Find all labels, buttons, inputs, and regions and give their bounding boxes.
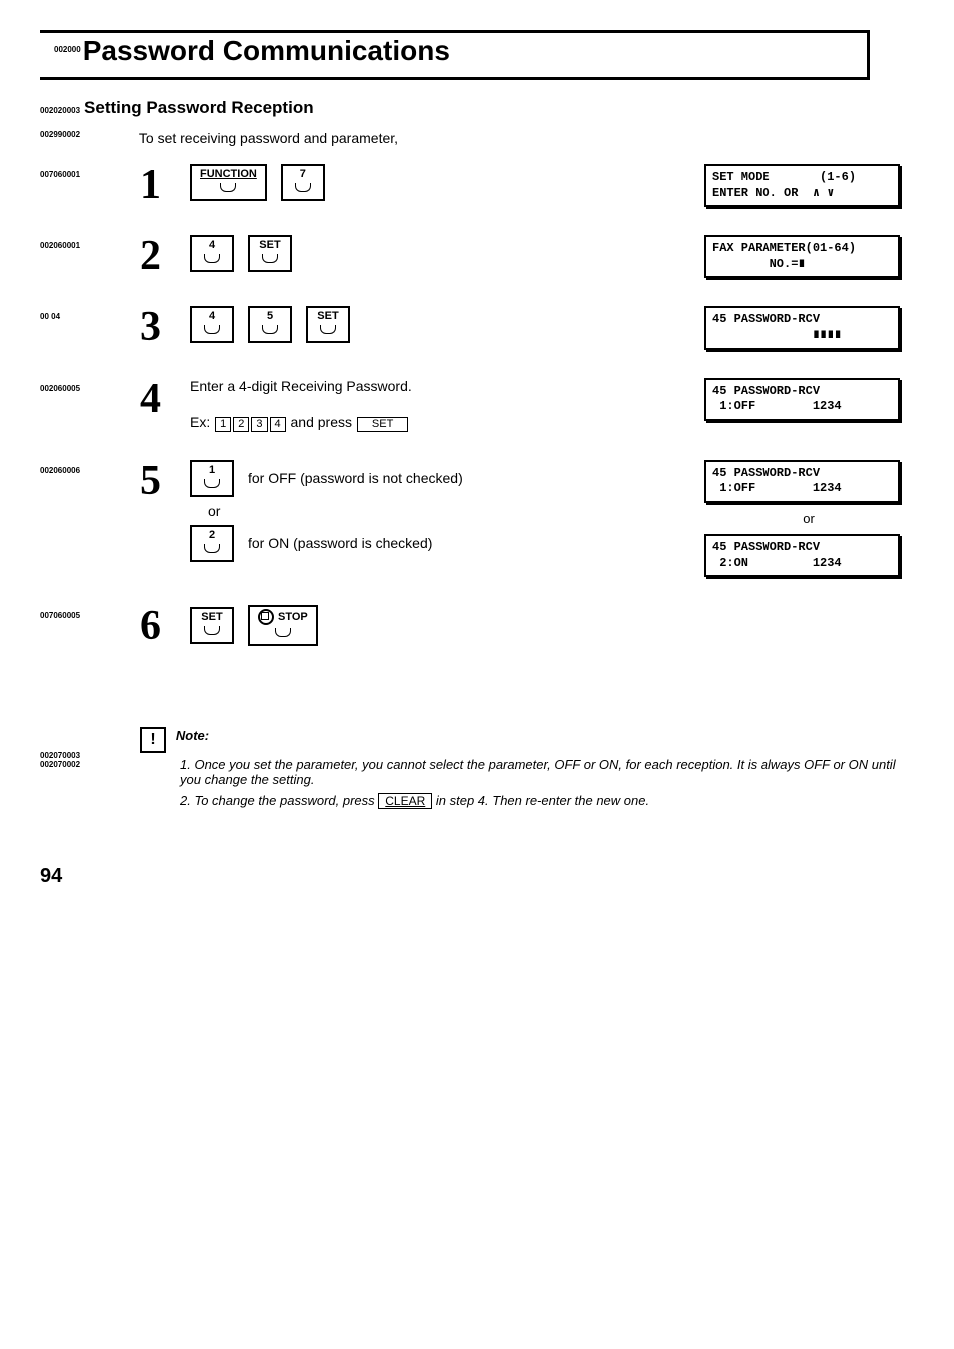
ex-mid: and press <box>291 414 356 430</box>
note-2: 2. To change the password, press CLEAR i… <box>180 793 914 809</box>
key-3: 3 <box>251 417 267 432</box>
press-icon <box>201 544 223 558</box>
display-step-3: 45 PASSWORD-RCV ∎∎∎∎ <box>704 306 900 349</box>
note-icon: ! <box>140 727 166 753</box>
opt2-text: for ON (password is checked) <box>248 535 432 551</box>
opt1-text: for OFF (password is not checked) <box>248 470 463 486</box>
set-key: SET <box>190 607 234 644</box>
press-icon <box>201 254 223 268</box>
intro-line: 002990002 To set receiving password and … <box>40 130 914 146</box>
step-1-number: 1 <box>140 164 190 206</box>
press-icon <box>201 626 223 640</box>
step-5: 002060006 5 1 for OFF (password is not c… <box>40 460 914 577</box>
press-icon <box>201 325 223 339</box>
stop-icon <box>258 609 274 625</box>
key-4: 4 <box>190 306 234 343</box>
key-2: 2 <box>190 525 234 562</box>
title-code: 002000 <box>54 45 81 54</box>
step-4-line1: Enter a 4-digit Receiving Password. <box>190 378 704 394</box>
step-6-code: 007060005 <box>40 605 140 620</box>
key-5: 5 <box>248 306 292 343</box>
step-4: 002060005 4 Enter a 4-digit Receiving Pa… <box>40 378 914 432</box>
step-3: 00 04 3 4 5 SET 45 PASSWORD-RCV ∎∎∎∎ <box>40 306 914 349</box>
subheading-text: Setting Password Reception <box>84 98 314 117</box>
subheading: 002020003 Setting Password Reception <box>40 98 914 118</box>
stop-key: STOP <box>248 605 318 646</box>
clear-key: CLEAR <box>378 793 432 809</box>
subheading-code: 002020003 <box>40 106 80 115</box>
press-icon <box>259 254 281 268</box>
note-1: 1. Once you set the parameter, you canno… <box>180 757 914 787</box>
key-1: 1 <box>215 417 231 432</box>
step-6: 007060005 6 SET STOP <box>40 605 914 647</box>
step-1-code: 007060001 <box>40 164 140 179</box>
note-label: Note: <box>176 728 209 743</box>
set-key: SET <box>306 306 350 343</box>
set-key-inline: SET <box>357 417 408 432</box>
section-title-box: 002000Password Communications <box>40 30 870 80</box>
press-icon <box>292 183 314 197</box>
step-5-code: 002060006 <box>40 460 140 475</box>
function-key: FUNCTION <box>190 164 267 201</box>
key-2: 2 <box>233 417 249 432</box>
title-text: Password Communications <box>83 35 450 66</box>
press-icon <box>317 325 339 339</box>
press-icon <box>201 479 223 493</box>
key-1: 1 <box>190 460 234 497</box>
display-step-2: FAX PARAMETER(01-64) NO.=∎ <box>704 235 900 278</box>
step-3-code: 00 04 <box>40 306 140 321</box>
step-2-number: 2 <box>140 235 190 277</box>
step-4-code: 002060005 <box>40 378 140 393</box>
key-4: 4 <box>190 235 234 272</box>
step-1: 007060001 1 FUNCTION 7 SET MODE (1-6) EN… <box>40 164 914 207</box>
press-icon <box>259 325 281 339</box>
ex-prefix: Ex: <box>190 414 210 430</box>
press-icon <box>217 183 239 197</box>
key-7: 7 <box>281 164 325 201</box>
set-key: SET <box>248 235 292 272</box>
display-step-4: 45 PASSWORD-RCV 1:OFF 1234 <box>704 378 900 421</box>
page-number: 94 <box>40 865 914 888</box>
key-4: 4 <box>270 417 286 432</box>
step-5-number: 5 <box>140 460 190 502</box>
display-or: or <box>704 511 914 526</box>
press-icon <box>272 628 294 642</box>
display-step-5a: 45 PASSWORD-RCV 1:OFF 1234 <box>704 460 900 503</box>
note-block: 002070003 002070002 ! Note: 1. Once you … <box>40 727 914 815</box>
step-6-number: 6 <box>140 605 190 647</box>
intro-text: To set receiving password and parameter, <box>139 130 398 146</box>
step-2: 002060001 2 4 SET FAX PARAMETER(01-64) N… <box>40 235 914 278</box>
step-4-number: 4 <box>140 378 190 420</box>
or-text: or <box>208 503 704 519</box>
note-codes: 002070003 002070002 <box>40 727 140 815</box>
intro-code: 002990002 <box>40 130 135 139</box>
display-step-1: SET MODE (1-6) ENTER NO. OR ∧ ∨ <box>704 164 900 207</box>
step-3-number: 3 <box>140 306 190 348</box>
step-2-code: 002060001 <box>40 235 140 250</box>
display-step-5b: 45 PASSWORD-RCV 2:ON 1234 <box>704 534 900 577</box>
